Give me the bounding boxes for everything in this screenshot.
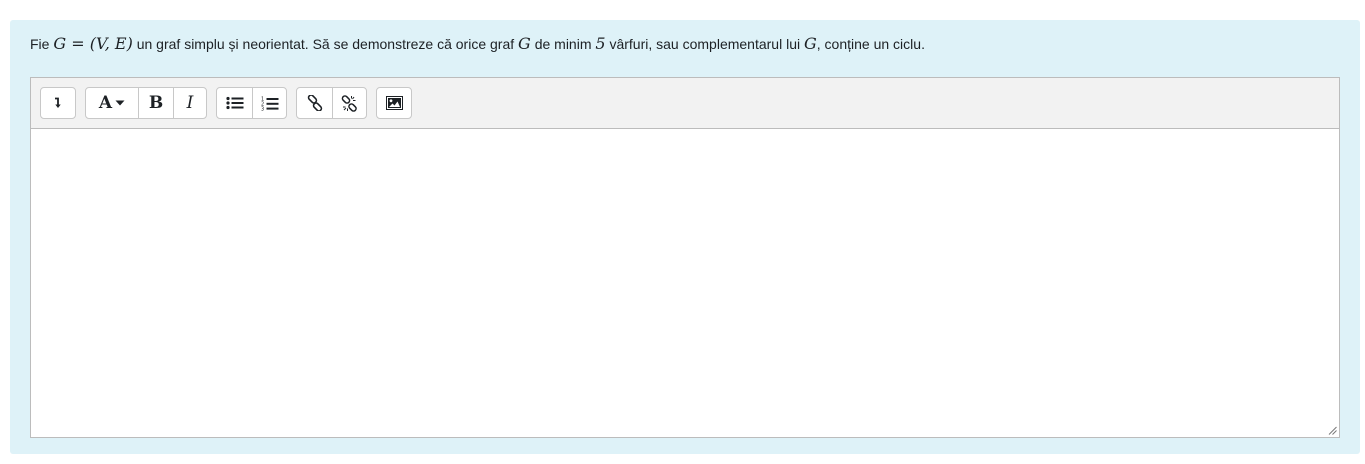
font-style-button[interactable]: A xyxy=(86,88,138,118)
question-text-part: un graf simplu și neorientat. Să se demo… xyxy=(132,36,519,52)
math-var-g: G xyxy=(518,34,531,53)
question-panel: Fie G = (V, E) un graf simplu și neorien… xyxy=(10,20,1360,454)
toolbar-group-lists: 1 2 3 xyxy=(216,87,287,119)
svg-text:3: 3 xyxy=(261,106,264,111)
question-text-part: vârfuri, sau complementarul lui xyxy=(605,36,804,52)
italic-button[interactable]: I xyxy=(173,88,206,118)
toolbar-group-links xyxy=(296,87,367,119)
math-var-v: V xyxy=(95,34,105,53)
numbered-list-button[interactable]: 1 2 3 xyxy=(252,88,286,118)
insert-image-button[interactable] xyxy=(377,88,411,118)
toolbar-group-media xyxy=(376,87,412,119)
math-number: 5 xyxy=(595,34,606,53)
italic-label: I xyxy=(186,92,194,113)
resize-handle-icon[interactable] xyxy=(1328,426,1337,435)
arrow-down-turn-icon xyxy=(55,97,61,108)
bold-button[interactable]: B xyxy=(138,88,173,118)
bullet-list-icon xyxy=(225,96,243,110)
unlink-button[interactable] xyxy=(332,88,366,118)
math-var-e: E xyxy=(114,34,127,53)
caret-down-icon xyxy=(115,100,125,106)
math-var-g: G xyxy=(53,34,67,53)
editor-content-area[interactable] xyxy=(31,129,1339,437)
toolbar-group-collapse xyxy=(40,87,76,119)
collapse-button[interactable] xyxy=(41,88,75,118)
math-var-g: G xyxy=(804,34,817,53)
font-style-label: A xyxy=(98,92,113,113)
bold-label: B xyxy=(148,92,164,113)
editor-toolbar: A B I 1 2 3 xyxy=(31,78,1339,129)
link-button[interactable] xyxy=(297,88,332,118)
numbered-list-icon: 1 2 3 xyxy=(261,96,278,111)
bullet-list-button[interactable] xyxy=(217,88,252,118)
link-icon xyxy=(307,95,322,111)
question-text-part: Fie xyxy=(30,36,54,52)
question-text-part: , conține un ciclu. xyxy=(816,36,925,52)
unlink-icon xyxy=(341,94,357,112)
answer-editor: A B I 1 2 3 xyxy=(30,77,1340,438)
image-icon xyxy=(385,96,403,110)
question-text: Fie G = (V, E) un graf simplu și neorien… xyxy=(30,34,925,54)
math-symbol: = ( xyxy=(66,34,96,53)
question-text-part: de minim xyxy=(530,36,596,52)
math-symbol: , xyxy=(104,34,115,53)
toolbar-group-format: A B I xyxy=(85,87,207,119)
